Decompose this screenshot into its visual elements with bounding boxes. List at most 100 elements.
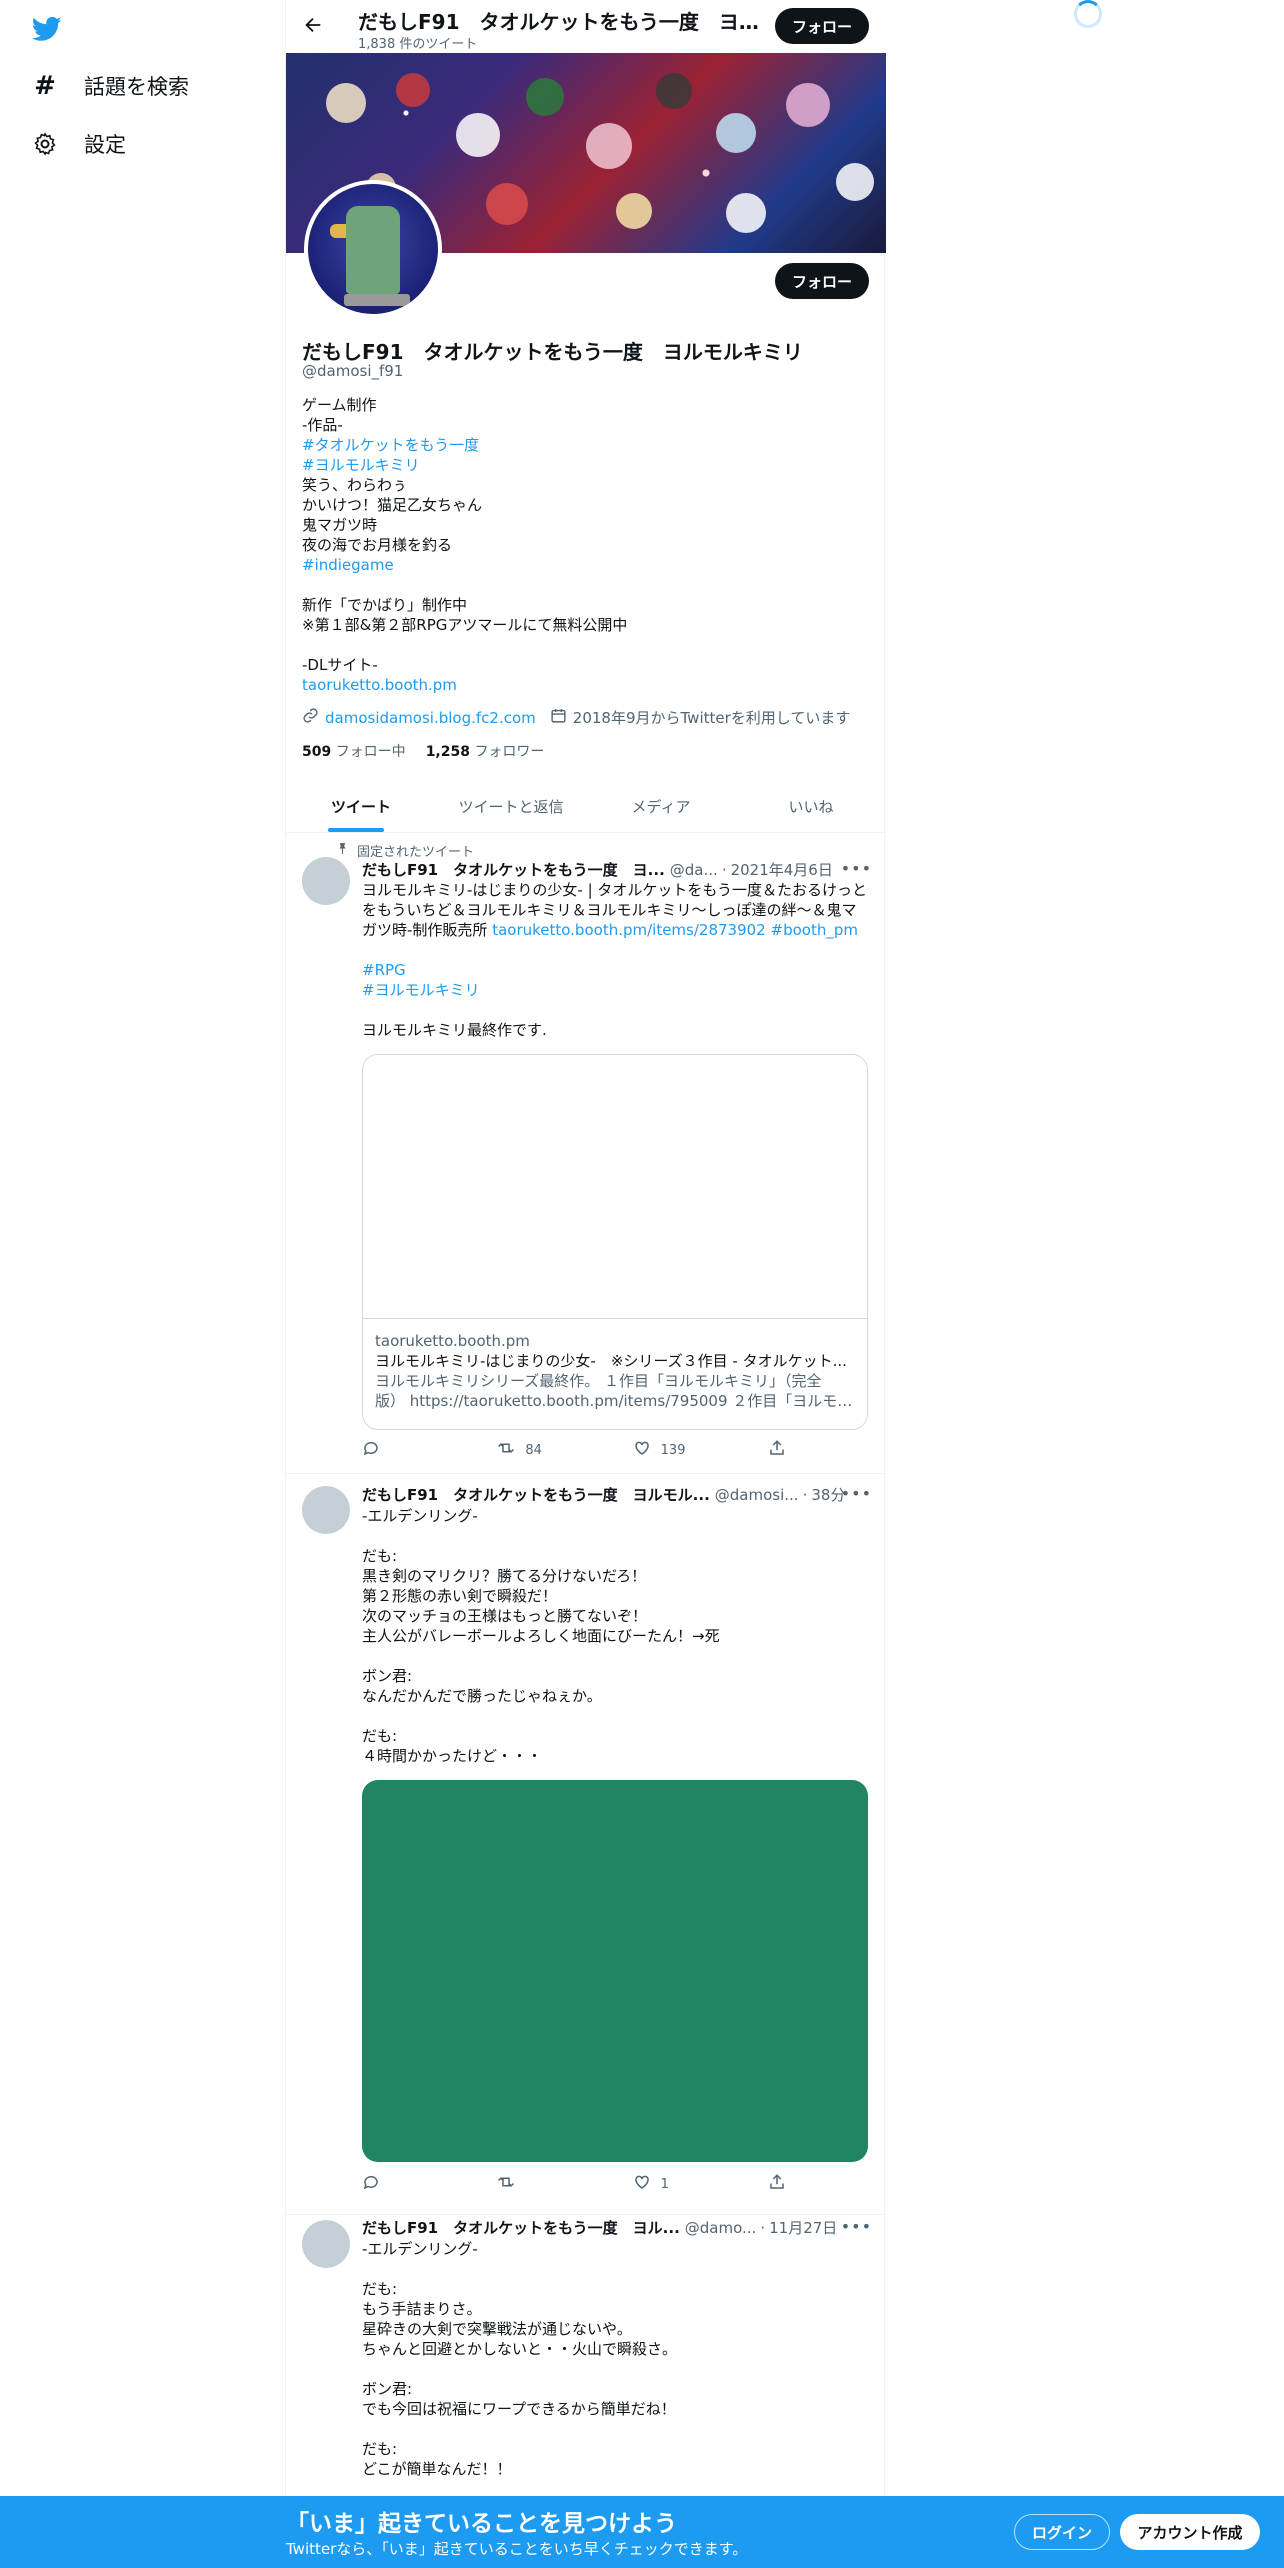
more-options-icon[interactable]: ••• <box>841 1484 872 1503</box>
retweet-icon <box>497 1439 515 1461</box>
more-options-icon[interactable]: ••• <box>841 2217 872 2236</box>
tweet-text-line <box>362 1526 872 1546</box>
like-button[interactable]: 1 <box>633 2173 733 2195</box>
tweet-text-line: だも: <box>362 1727 398 1745</box>
tweet-text-line <box>362 1000 872 1020</box>
following-stat[interactable]: 509 フォロー中 <box>302 741 406 761</box>
tweet-author-handle[interactable]: @damo... <box>685 2219 757 2237</box>
tweet-text-line: 黒き剣のマリクリ？勝てる分けないだろ！ <box>362 1567 647 1585</box>
tweet-avatar[interactable] <box>302 2220 350 2268</box>
nav-settings[interactable]: 設定 <box>32 124 126 164</box>
tweet-time[interactable]: 11月27日 <box>769 2217 837 2238</box>
gear-icon <box>32 131 58 157</box>
tweet-link[interactable]: #RPG <box>362 961 406 979</box>
bio-link[interactable]: #indiegame <box>302 555 862 575</box>
heart-icon <box>633 2173 651 2195</box>
tweet-author-name[interactable]: だもしF91 タオルケットをもう一度 ヨルモル... <box>362 1484 710 1505</box>
tab-likes[interactable]: いいね <box>736 780 886 832</box>
bio-line: かいけつ！猫足乙女ちゃん <box>302 496 483 514</box>
tweet-text-segment: ヨルモルキミリ最終作です. <box>362 1021 547 1039</box>
link-card[interactable]: taoruketto.booth.pm ヨルモルキミリ-はじまりの少女- ※シリ… <box>362 1054 868 1430</box>
retweet-icon <box>497 2173 515 2195</box>
profile-name: だもしF91 タオルケットをもう一度 ヨルモルキミリ <box>302 340 803 364</box>
nav-settings-label: 設定 <box>84 133 126 157</box>
tweet-author-handle[interactable]: @damosi... <box>715 1486 799 1504</box>
tweet-media[interactable] <box>362 1780 868 2162</box>
tweet-avatar[interactable] <box>302 1486 350 1534</box>
tweet-author-name[interactable]: だもしF91 タオルケットをもう一度 ヨル... <box>362 2217 680 2238</box>
followers-stat[interactable]: 1,258 フォロワー <box>426 741 545 761</box>
login-button[interactable]: ログイン <box>1014 2514 1110 2550</box>
tab-tweets-and-replies[interactable]: ツイートと返信 <box>436 780 586 832</box>
tweet-text-line: をもういちど＆ヨルモルキミリ＆ヨルモルキミリ～しっぽ達の絆～＆鬼マ <box>362 900 872 920</box>
bio-link[interactable]: #ヨルモルキミリ <box>302 455 862 475</box>
bio-link[interactable]: #タオルケットをもう一度 <box>302 435 862 455</box>
profile-avatar[interactable] <box>304 180 442 318</box>
more-options-icon[interactable]: ••• <box>841 859 872 878</box>
tweet-link[interactable]: taoruketto.booth.pm/items/2873902 <box>492 921 766 939</box>
nav-explore-label: 話題を検索 <box>84 75 189 99</box>
tweet-text-line: ４時間かかったけど・・・ <box>362 1747 543 1765</box>
tweet-text-line: なんだかんだで勝ったじゃねぇか。 <box>362 1687 602 1705</box>
tweet-text-line <box>362 1706 872 1726</box>
back-arrow-icon[interactable] <box>302 14 326 38</box>
tweet-header: だもしF91 タオルケットをもう一度 ヨル... @damo... · 11月2… <box>362 2217 872 2238</box>
twitter-logo-icon[interactable] <box>30 14 66 44</box>
tweet-time[interactable]: 2021年4月6日 <box>731 859 833 880</box>
tweet-text-line: 第２形態の赤い剣で瞬殺だ！ <box>362 1587 558 1605</box>
reply-button[interactable] <box>362 1439 462 1461</box>
website-item[interactable]: damosidamosi.blog.fc2.com <box>302 707 536 728</box>
link-card-image <box>363 1055 867 1319</box>
tweet-text-line: でも今回は祝福にワープできるから簡単だね！ <box>362 2400 676 2418</box>
tweet-pinned[interactable]: 固定されたツイート だもしF91 タオルケットをもう一度 ヨ... @da...… <box>286 833 886 1474</box>
share-button[interactable] <box>768 2173 792 2195</box>
tab-tweets[interactable]: ツイート <box>286 780 436 832</box>
tweet-author-name[interactable]: だもしF91 タオルケットをもう一度 ヨ... <box>362 859 665 880</box>
tweet-text-line: 次のマッチョの王様はもっと勝てないぞ！ <box>362 1607 648 1625</box>
tweet-author-handle[interactable]: @da... <box>670 861 718 879</box>
tweet-text-line: 星砕きの大剣で突撃戦法が通じないや。 <box>362 2320 632 2338</box>
reply-button[interactable] <box>362 2173 462 2195</box>
tweet-text-line <box>362 2419 872 2439</box>
share-icon <box>768 2173 786 2195</box>
tweet-text-line <box>362 2359 872 2379</box>
tweet-link[interactable]: #booth_pm <box>771 921 858 939</box>
tweet-text-line: だも: <box>362 2280 398 2298</box>
bio-line: ゲーム制作 <box>302 396 377 414</box>
signup-button[interactable]: アカウント作成 <box>1120 2514 1260 2550</box>
header-follow-button[interactable]: フォロー <box>775 8 869 44</box>
like-button[interactable]: 139 <box>633 1439 733 1461</box>
tweet-text-segment: ガツ時-制作販売所 <box>362 921 493 939</box>
tweet-avatar[interactable] <box>302 857 350 905</box>
tweet-text-line: ガツ時-制作販売所 taoruketto.booth.pm/items/2873… <box>362 920 872 940</box>
tweet[interactable]: だもしF91 タオルケットをもう一度 ヨルモル... @damosi... · … <box>286 1474 886 2215</box>
tab-media[interactable]: メディア <box>586 780 736 832</box>
retweet-button[interactable]: 84 <box>497 1439 597 1461</box>
share-button[interactable] <box>768 1439 792 1461</box>
tweet-text-line: ヨルモルキミリ-はじまりの少女- | タオルケットをもう一度＆たおるけっと <box>362 880 872 900</box>
tweet-text-line: だも: <box>362 2440 398 2458</box>
tweet-header: だもしF91 タオルケットをもう一度 ヨルモル... @damosi... · … <box>362 1484 872 1505</box>
calendar-icon <box>550 707 567 728</box>
profile-follow-button[interactable]: フォロー <box>775 263 869 299</box>
left-navigation: # 話題を検索 設定 <box>0 0 286 2568</box>
tweet-header: だもしF91 タオルケットをもう一度 ヨ... @da... · 2021年4月… <box>362 859 872 880</box>
tweet-text: ヨルモルキミリ-はじまりの少女- | タオルケットをもう一度＆たおるけっと をもう… <box>362 880 872 1040</box>
tweet-text-line: だも: <box>362 1547 398 1565</box>
tweet-text-line: -エルデンリング- <box>362 1507 478 1525</box>
tweet-actions: 1 <box>362 2172 792 2196</box>
profile-tabs: ツイート ツイートと返信 メディア いいね <box>286 780 886 833</box>
profile-column: だもしF91 タオルケットをもう一度 ヨルモルキミリ 1,838 件のツイート … <box>285 0 886 2568</box>
nav-explore[interactable]: # 話題を検索 <box>32 66 189 106</box>
bio-link[interactable]: taoruketto.booth.pm <box>302 675 862 695</box>
follow-stats: 509 フォロー中 1,258 フォロワー <box>302 741 544 761</box>
following-label: フォロー中 <box>335 744 406 760</box>
followers-label: フォロワー <box>474 744 545 760</box>
tweet-text-line <box>362 1646 872 1666</box>
tweet-link[interactable]: #ヨルモルキミリ <box>362 981 480 999</box>
bio-line: 鬼マガツ時 <box>302 516 378 534</box>
pin-icon <box>336 842 349 859</box>
tweet-text-line: ボン君: <box>362 2380 413 2398</box>
website-link[interactable]: damosidamosi.blog.fc2.com <box>325 709 536 727</box>
retweet-button[interactable] <box>497 2173 597 2195</box>
